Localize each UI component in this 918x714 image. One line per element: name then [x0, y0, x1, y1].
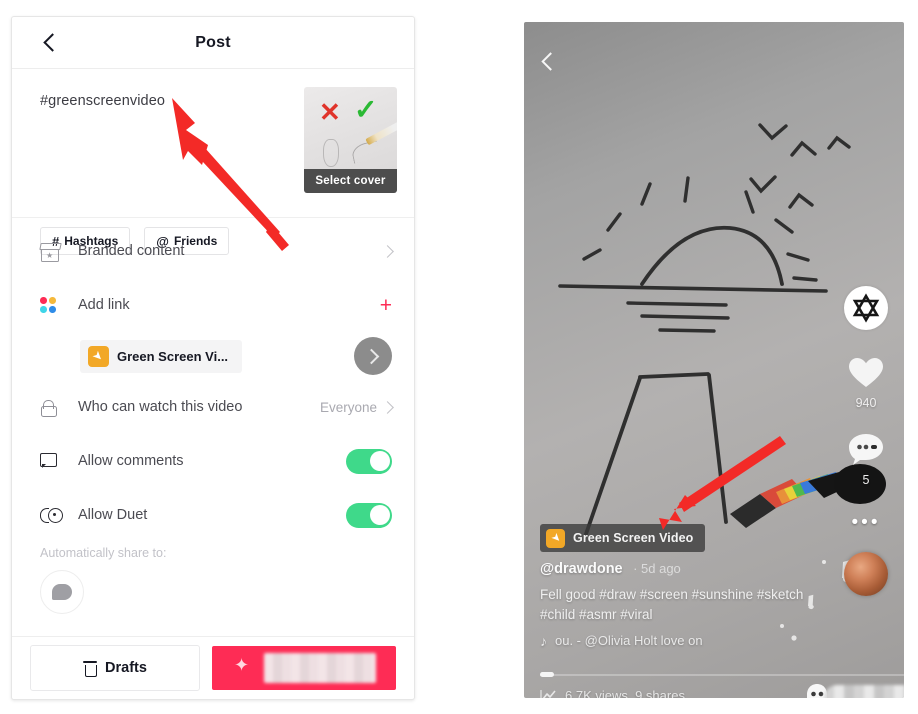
duet-icon	[40, 507, 66, 523]
four-dots-icon	[40, 297, 66, 313]
post-header: Post	[12, 17, 414, 69]
username[interactable]: @drawdone	[540, 561, 623, 577]
progress-handle[interactable]	[540, 672, 554, 677]
auto-share-label: Automatically share to:	[40, 546, 167, 560]
video-stats-text: 6.7K views, 9 shares	[565, 688, 685, 698]
pin-icon: ➤	[88, 345, 109, 367]
select-cover-thumbnail[interactable]: ✕ ✓ Select cover	[304, 87, 397, 193]
green-screen-link-chip[interactable]: ➤ Green Screen Vi...	[80, 339, 243, 373]
cross-mark-icon: ✕	[319, 97, 341, 127]
music-title: ou. - @Olivia Holt love on	[555, 633, 703, 648]
video-author-row: @drawdone · 5d ago	[540, 560, 824, 578]
video-stats-row[interactable]: 6.7K views, 9 shares	[540, 688, 685, 698]
star-of-david-avatar-icon[interactable]	[844, 286, 888, 330]
check-mark-icon: ✓	[354, 94, 378, 125]
pin-icon: ➤	[546, 528, 565, 548]
drafts-label: Drafts	[105, 660, 147, 676]
chevron-right-icon	[381, 244, 394, 258]
drafts-button[interactable]: Drafts	[30, 645, 200, 691]
green-screen-video-tag[interactable]: ➤ Green Screen Video	[540, 524, 706, 552]
add-link-plus-button[interactable]: +	[380, 295, 392, 316]
post-settings-panel: Post #greenscreenvideo # Hashtags @ Frie…	[11, 16, 415, 700]
speech-bubble-icon[interactable]	[40, 570, 84, 614]
row-who-can-watch[interactable]: Who can watch this video Everyone	[12, 380, 414, 434]
linked-item-row: ➤ Green Screen Vi...	[12, 332, 414, 380]
post-label-redacted	[264, 653, 376, 683]
add-link-label: Add link	[78, 297, 130, 313]
cover-sketch-left	[323, 139, 339, 167]
like-count: 940	[855, 396, 877, 410]
select-cover-label: Select cover	[304, 169, 397, 193]
music-row[interactable]: ♪ ou. - @Olivia Holt love on	[540, 633, 824, 648]
video-action-rail: 940 5 •••	[834, 286, 898, 596]
drafts-icon	[83, 660, 98, 677]
comment-icon	[40, 453, 66, 469]
page-title: Post	[195, 33, 231, 51]
who-can-watch-value: Everyone	[319, 399, 377, 415]
branded-content-label: Branded content	[78, 243, 185, 259]
row-allow-comments[interactable]: Allow comments	[12, 434, 414, 488]
row-allow-duet[interactable]: Allow Duet	[12, 488, 414, 542]
green-screen-video-label: Green Screen Video	[573, 531, 694, 545]
allow-duet-label: Allow Duet	[78, 507, 148, 523]
screenshot-stage: Post #greenscreenvideo # Hashtags @ Frie…	[0, 0, 918, 714]
video-description: Fell good #draw #screen #sunshine #sketc…	[540, 587, 804, 622]
link-next-button[interactable]	[354, 337, 392, 375]
music-note-icon: ♪	[540, 632, 547, 649]
allow-duet-toggle[interactable]	[346, 502, 392, 528]
allow-comments-toggle[interactable]	[346, 448, 392, 474]
tiktok-video-panel: 940 5 ••• ➤ Green Screen Video @drawdone	[524, 22, 904, 698]
caption-input[interactable]: #greenscreenvideo	[40, 93, 165, 109]
sparkle-icon: ✦	[234, 655, 250, 675]
chevron-right-icon	[381, 400, 394, 414]
cover-sketch-right	[350, 140, 381, 164]
like-button[interactable]	[848, 356, 884, 394]
caption-section: #greenscreenvideo # Hashtags @ Friends ✕…	[12, 69, 414, 255]
timestamp: · 5d ago	[633, 561, 681, 576]
row-add-link[interactable]: Add link +	[12, 278, 414, 332]
lock-icon	[40, 399, 66, 417]
music-disc-icon[interactable]	[844, 552, 888, 596]
who-can-watch-label: Who can watch this video	[78, 399, 243, 415]
auto-share-row	[12, 560, 414, 614]
video-progress-bar[interactable]	[540, 672, 904, 677]
settings-list: ★ Branded content Add link + ➤ Green Scr…	[12, 218, 414, 614]
post-footer: Drafts ✦	[12, 636, 414, 699]
clapperboard-icon: ★	[39, 242, 66, 262]
row-branded-content[interactable]: ★ Branded content	[12, 224, 414, 278]
star-of-david-glyph	[852, 293, 880, 323]
video-back-icon[interactable]	[538, 52, 558, 72]
back-icon[interactable]	[40, 33, 60, 53]
comment-button[interactable]	[848, 432, 884, 471]
heart-icon	[849, 358, 883, 387]
more-dots-icon[interactable]: •••	[852, 513, 881, 532]
video-info-block: @drawdone · 5d ago Fell good #draw #scre…	[540, 560, 824, 648]
comment-bubble-icon	[849, 434, 883, 465]
green-screen-link-label: Green Screen Vi...	[117, 348, 229, 364]
redacted-label	[824, 685, 904, 698]
analytics-icon	[540, 689, 557, 698]
post-button[interactable]: ✦	[212, 646, 396, 690]
allow-comments-label: Allow comments	[78, 453, 184, 469]
comment-count: 5	[862, 473, 870, 487]
